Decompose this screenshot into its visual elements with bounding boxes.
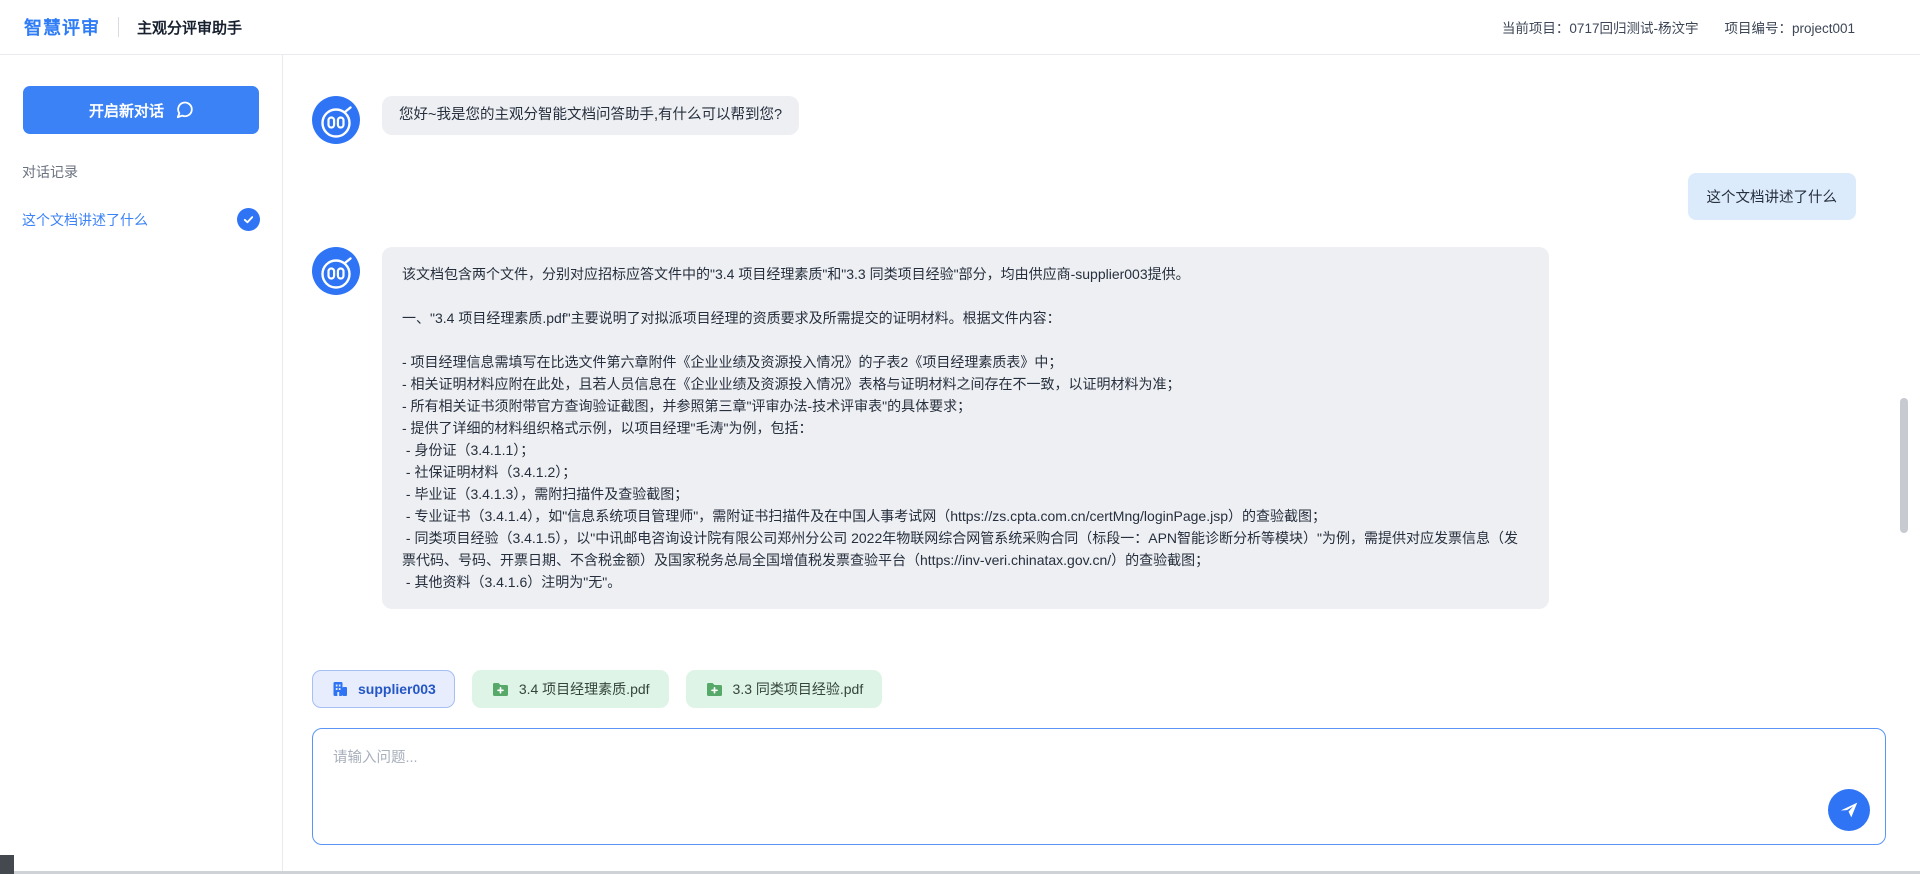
folder-plus-icon [705, 680, 724, 699]
bot-message-row: 该文档包含两个文件，分别对应招标应答文件中的"3.4 项目经理素质"和"3.3 … [312, 247, 1920, 609]
new-chat-button-label: 开启新对话 [89, 100, 164, 121]
new-chat-button[interactable]: 开启新对话 [23, 86, 259, 134]
paper-plane-icon [1838, 799, 1860, 821]
history-section-label: 对话记录 [22, 162, 282, 182]
current-project: 当前项目：0717回归测试-杨汶宇 [1502, 17, 1699, 37]
composer-panel: supplier003 3.4 项目经理素质.pdf [312, 670, 1886, 845]
chip-label: 3.4 项目经理素质.pdf [519, 679, 650, 699]
user-message-row: 这个文档讲述了什么 [312, 173, 1920, 220]
top-header: 智慧评审 主观分评审助手 当前项目：0717回归测试-杨汶宇 项目编号：proj… [0, 0, 1920, 55]
chip-label: supplier003 [358, 681, 436, 697]
sidebar: 开启新对话 对话记录 这个文档讲述了什么 [0, 55, 283, 874]
bot-avatar-icon [312, 96, 360, 144]
brand-logo: 智慧评审 [24, 14, 100, 40]
check-circle-icon [237, 208, 260, 231]
chip-pdf-3-4[interactable]: 3.4 项目经理素质.pdf [472, 670, 669, 708]
current-project-value: 0717回归测试-杨汶宇 [1569, 21, 1698, 36]
user-question-bubble: 这个文档讲述了什么 [1688, 173, 1857, 220]
chip-pdf-3-3[interactable]: 3.3 同类项目经验.pdf [686, 670, 883, 708]
app-window: 智慧评审 主观分评审助手 当前项目：0717回归测试-杨汶宇 项目编号：proj… [0, 0, 1920, 874]
project-number-value: project001 [1792, 21, 1855, 36]
sidebar-item-document-question[interactable]: 这个文档讲述了什么 [22, 208, 260, 231]
question-input[interactable] [312, 728, 1886, 845]
chip-supplier003[interactable]: supplier003 [312, 670, 455, 708]
attachment-chips: supplier003 3.4 项目经理素质.pdf [312, 670, 1886, 708]
project-number: 项目编号：project001 [1724, 17, 1855, 37]
chat-scrollbar-thumb[interactable] [1900, 398, 1908, 533]
bot-greeting-bubble: 您好~我是您的主观分智能文档问答助手,有什么可以帮到您? [382, 96, 799, 135]
page-title: 主观分评审助手 [137, 17, 242, 38]
current-project-label: 当前项目： [1502, 21, 1570, 36]
building-icon [331, 680, 349, 698]
sidebar-item-label: 这个文档讲述了什么 [22, 210, 148, 230]
folder-plus-icon [491, 680, 510, 699]
composer [312, 728, 1886, 845]
dock-corner-fragment [0, 855, 14, 874]
header-divider [118, 17, 119, 37]
header-project-info: 当前项目：0717回归测试-杨汶宇 项目编号：project001 [1502, 17, 1855, 37]
send-button[interactable] [1828, 789, 1870, 831]
bot-answer-bubble: 该文档包含两个文件，分别对应招标应答文件中的"3.4 项目经理素质"和"3.3 … [382, 247, 1549, 609]
bot-avatar-icon [312, 247, 360, 295]
chat-bubble-icon [174, 101, 193, 120]
chat-main: 您好~我是您的主观分智能文档问答助手,有什么可以帮到您? 这个文档讲述了什么 [283, 55, 1920, 874]
chip-label: 3.3 同类项目经验.pdf [733, 679, 864, 699]
bot-message-row: 您好~我是您的主观分智能文档问答助手,有什么可以帮到您? [312, 96, 1920, 144]
chat-message-list: 您好~我是您的主观分智能文档问答助手,有什么可以帮到您? 这个文档讲述了什么 [283, 55, 1920, 638]
project-number-label: 项目编号： [1724, 21, 1792, 36]
